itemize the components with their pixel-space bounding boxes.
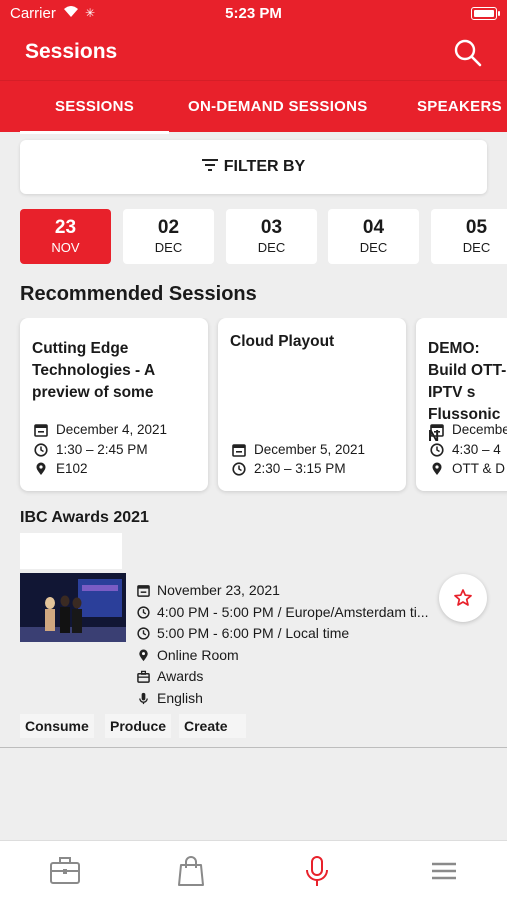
session-location-text: E102 <box>56 461 88 476</box>
tab-speakers[interactable]: SPEAKERS <box>417 98 502 115</box>
session-location: OTT & D <box>430 461 505 476</box>
tab-sessions[interactable]: SESSIONS <box>19 98 170 134</box>
award-local-time-text: 5:00 PM - 6:00 PM / Local time <box>157 625 350 641</box>
award-language: English <box>137 690 203 706</box>
favorite-button[interactable] <box>439 574 487 622</box>
briefcase-icon <box>137 670 150 683</box>
clock-icon <box>137 605 150 619</box>
clock-icon <box>34 442 48 457</box>
date-month: DEC <box>359 240 388 255</box>
calendar-icon <box>430 423 444 437</box>
session-date-text: December 5, 2021 <box>254 442 366 457</box>
menu-icon[interactable] <box>428 855 460 887</box>
bottom-tab-bar <box>0 840 507 900</box>
date-day: 23 <box>54 217 77 238</box>
award-category-text: Awards <box>157 668 204 684</box>
divider <box>0 747 507 748</box>
date-dec-04[interactable]: 04 DEC <box>328 209 419 264</box>
session-thumbnail[interactable] <box>20 573 126 642</box>
session-card[interactable]: Cutting Edge Technologies - A preview of… <box>20 318 208 491</box>
session-card[interactable]: Cloud Playout December 5, 2021 2:30 – 3:… <box>218 318 406 491</box>
session-time-text: 4:30 – 4 <box>452 442 501 457</box>
date-day: 04 <box>362 217 385 238</box>
top-app-bar: Carrier ✳ 5:23 PM Sessions SESSIONS ON-D… <box>0 0 507 134</box>
clock-icon <box>430 442 444 457</box>
date-day: 05 <box>465 217 488 238</box>
date-day: 03 <box>260 217 283 238</box>
calendar-icon <box>232 443 246 457</box>
date-dec-03[interactable]: 03 DEC <box>226 209 317 264</box>
session-date-text: December <box>452 422 507 437</box>
microphone-icon <box>139 692 148 704</box>
date-dec-05[interactable]: 05 DEC <box>431 209 507 264</box>
page-title: Sessions <box>25 40 118 63</box>
section-title-recommended: Recommended Sessions <box>20 283 257 305</box>
recommended-carousel[interactable]: Cutting Edge Technologies - A preview of… <box>0 318 507 496</box>
session-logo-placeholder <box>20 533 122 569</box>
session-title: Cutting Edge Technologies - A preview of… <box>32 340 155 401</box>
status-bar: Carrier ✳ 5:23 PM <box>0 0 507 28</box>
award-date-text: November 23, 2021 <box>157 582 280 598</box>
clock: 5:23 PM <box>225 5 282 22</box>
location-pin-icon <box>139 648 148 661</box>
location-pin-icon <box>36 462 46 475</box>
date-day: 02 <box>157 217 180 238</box>
tag-consume[interactable]: Consume <box>20 714 94 738</box>
date-month: NOV <box>51 240 80 255</box>
session-title: Cloud Playout <box>230 333 335 350</box>
date-month: DEC <box>462 240 491 255</box>
tag-create[interactable]: Create <box>179 714 246 738</box>
clock-icon <box>137 626 150 640</box>
battery-icon <box>471 7 500 20</box>
session-time-text: 1:30 – 2:45 PM <box>56 442 148 457</box>
award-room-text: Online Room <box>157 647 239 663</box>
briefcase-icon[interactable] <box>49 855 81 887</box>
tag-produce[interactable]: Produce <box>105 714 172 738</box>
award-language-text: English <box>157 690 203 706</box>
search-icon[interactable] <box>453 38 483 68</box>
award-category: Awards <box>137 668 203 684</box>
calendar-icon <box>34 423 48 437</box>
session-location-text: OTT & D <box>452 461 506 476</box>
award-date: November 23, 2021 <box>137 582 280 598</box>
filter-label: FILTER BY <box>223 158 306 175</box>
shopping-bag-icon[interactable] <box>175 855 207 887</box>
session-card[interactable]: DEMO: Build OTT-IPTV s Flussonic N Decem… <box>416 318 507 491</box>
filter-button[interactable]: FILTER BY <box>20 140 487 194</box>
session-location: E102 <box>34 461 88 476</box>
clock-icon <box>232 461 246 476</box>
tab-bar: SESSIONS ON-DEMAND SESSIONS SPEAKERS <box>0 80 507 134</box>
date-picker: 23 NOV 02 DEC 03 DEC 04 DEC 05 DEC <box>20 209 507 265</box>
session-date: December <box>430 422 507 437</box>
session-date: December 4, 2021 <box>34 422 167 437</box>
date-month: DEC <box>154 240 183 255</box>
session-date: December 5, 2021 <box>232 442 365 457</box>
date-dec-02[interactable]: 02 DEC <box>123 209 214 264</box>
date-month: DEC <box>257 240 286 255</box>
microphone-icon[interactable] <box>301 855 333 887</box>
award-room: Online Room <box>137 647 239 663</box>
calendar-icon <box>137 584 150 597</box>
session-list-title: IBC Awards 2021 <box>20 509 149 526</box>
location-pin-icon <box>432 462 442 475</box>
session-time: 2:30 – 3:15 PM <box>232 461 346 476</box>
session-date-text: December 4, 2021 <box>56 422 168 437</box>
tab-on-demand-sessions[interactable]: ON-DEMAND SESSIONS <box>188 98 368 115</box>
award-event-time: 4:00 PM - 5:00 PM / Europe/Amsterdam ti.… <box>137 604 429 620</box>
award-local-time: 5:00 PM - 6:00 PM / Local time <box>137 625 349 641</box>
session-time-text: 2:30 – 3:15 PM <box>254 461 346 476</box>
session-time: 4:30 – 4 <box>430 442 501 457</box>
star-icon <box>454 589 472 606</box>
date-nov-23[interactable]: 23 NOV <box>20 209 111 264</box>
award-event-time-text: 4:00 PM - 5:00 PM / Europe/Amsterdam ti.… <box>157 604 429 620</box>
filter-icon <box>201 158 218 176</box>
session-time: 1:30 – 2:45 PM <box>34 442 148 457</box>
